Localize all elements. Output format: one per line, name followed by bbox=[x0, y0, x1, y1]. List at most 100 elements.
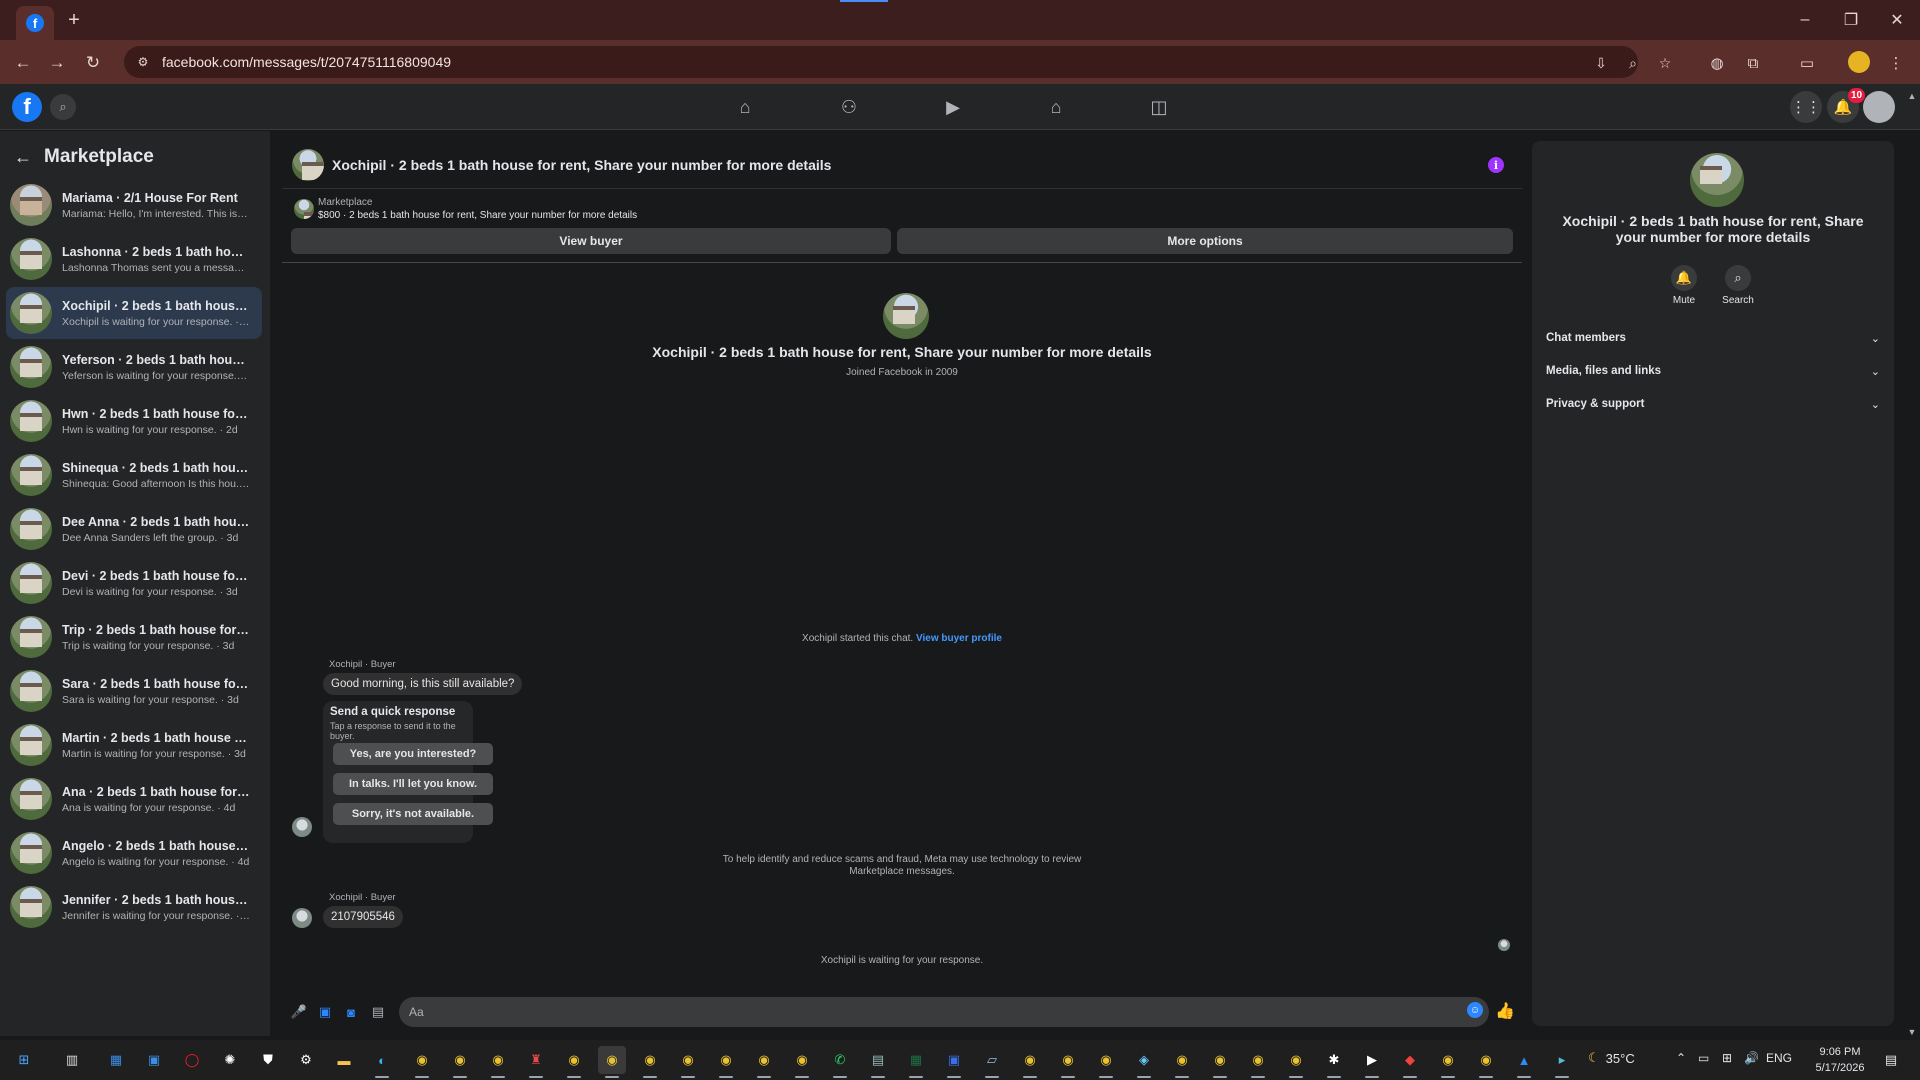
media-files-links-section[interactable]: Media, files and links ⌄ bbox=[1542, 356, 1884, 386]
chrome-icon[interactable]: ◉ bbox=[750, 1046, 778, 1078]
conversation-item[interactable]: Trip · 2 beds 1 bath house for rent, ...… bbox=[6, 611, 262, 663]
translate-icon[interactable]: ◍ bbox=[1705, 51, 1729, 75]
chrome-icon[interactable]: ◉ bbox=[1244, 1046, 1272, 1078]
close-window-button[interactable]: ✕ bbox=[1874, 0, 1920, 40]
chrome-icon[interactable]: ◉ bbox=[1054, 1046, 1082, 1078]
bell-icon[interactable]: 🔔 bbox=[1671, 265, 1697, 291]
sidebar-panel-icon[interactable]: ▭ bbox=[1795, 51, 1819, 75]
search-icon[interactable]: ⌕ bbox=[50, 94, 76, 120]
excel-icon[interactable]: ▦ bbox=[902, 1046, 930, 1078]
chrome-icon[interactable]: ◉ bbox=[788, 1046, 816, 1078]
appletv-icon[interactable]: ▶ bbox=[1358, 1046, 1386, 1078]
privacy-support-section[interactable]: Privacy & support ⌄ bbox=[1542, 389, 1884, 419]
edge-icon[interactable]: ◐ bbox=[368, 1046, 396, 1078]
friends-icon[interactable]: ⚇ bbox=[834, 94, 864, 120]
conversation-item[interactable]: Dee Anna · 2 beds 1 bath house fo... Dee … bbox=[6, 503, 262, 555]
tray-battery-icon[interactable]: ▭ bbox=[1698, 1051, 1709, 1065]
conversation-item[interactable]: Jennifer · 2 beds 1 bath house for r... J… bbox=[6, 881, 262, 933]
mute-action[interactable]: 🔔 Mute bbox=[1662, 265, 1706, 306]
browser-profile-avatar[interactable] bbox=[1848, 51, 1870, 73]
chat-members-section[interactable]: Chat members ⌄ bbox=[1542, 323, 1884, 353]
app-icon[interactable]: ▱ bbox=[978, 1046, 1006, 1078]
browser-tab-facebook[interactable]: f bbox=[16, 6, 54, 40]
back-arrow-icon[interactable]: ← bbox=[10, 50, 36, 76]
weather-widget[interactable]: ☾ 35°C bbox=[1588, 1050, 1635, 1066]
scroll-down-arrow-icon[interactable]: ▼ bbox=[1906, 1026, 1918, 1038]
gaming-icon[interactable]: ◫ bbox=[1144, 94, 1174, 120]
facebook-logo-icon[interactable]: f bbox=[12, 92, 42, 122]
chrome-icon[interactable]: ◉ bbox=[1282, 1046, 1310, 1078]
view-buyer-button[interactable]: View buyer bbox=[291, 228, 891, 254]
tray-network-icon[interactable]: ⊞ bbox=[1722, 1051, 1732, 1065]
language-indicator[interactable]: ENG bbox=[1766, 1051, 1792, 1065]
opera-icon[interactable]: ◯ bbox=[178, 1046, 206, 1074]
conversation-item[interactable]: Ana · 2 beds 1 bath house for rent,... An… bbox=[6, 773, 262, 825]
copilot-icon[interactable]: ◈ bbox=[1130, 1046, 1158, 1078]
restore-button[interactable]: ❐ bbox=[1828, 0, 1874, 40]
reload-icon[interactable]: ↻ bbox=[80, 50, 106, 76]
app-icon[interactable]: ▣ bbox=[940, 1046, 968, 1078]
app-icon[interactable]: ▣ bbox=[140, 1046, 168, 1074]
settings-icon[interactable]: ⚙ bbox=[292, 1046, 320, 1074]
chrome-icon[interactable]: ◉ bbox=[712, 1046, 740, 1078]
message-bubble[interactable]: 2107905546 bbox=[323, 906, 403, 928]
conversation-item[interactable]: Mariama · 2/1 House For Rent Mariama: Hel… bbox=[6, 179, 262, 231]
chrome-icon[interactable]: ◉ bbox=[484, 1046, 512, 1078]
conversation-item[interactable]: Hwn · 2 beds 1 bath house for rent... Hwn… bbox=[6, 395, 262, 447]
tray-chevron-icon[interactable]: ⌃ bbox=[1676, 1051, 1686, 1065]
file-explorer-icon[interactable]: ▬ bbox=[330, 1046, 358, 1074]
install-app-icon[interactable]: ⇩ bbox=[1590, 52, 1612, 74]
search-action[interactable]: ⌕ Search bbox=[1716, 265, 1760, 306]
task-view-icon[interactable]: ▥ bbox=[58, 1046, 86, 1074]
tray-volume-icon[interactable]: 🔊 bbox=[1744, 1051, 1759, 1065]
video-icon[interactable]: ▶ bbox=[938, 94, 968, 120]
gif-icon[interactable]: ▤ bbox=[369, 1003, 387, 1021]
start-icon[interactable]: ⊞ bbox=[10, 1046, 38, 1074]
whatsapp-icon[interactable]: ✆ bbox=[826, 1046, 854, 1078]
conversation-item[interactable]: Devi · 2 beds 1 bath house for rent... De… bbox=[6, 557, 262, 609]
quick-reply-yes-button[interactable]: Yes, are you interested? bbox=[333, 743, 493, 765]
new-tab-button[interactable]: + bbox=[62, 8, 86, 32]
back-arrow-icon[interactable]: ← bbox=[12, 146, 34, 168]
url-text[interactable]: facebook.com/messages/t/2074751116809049 bbox=[162, 54, 451, 70]
sticker-icon[interactable]: ◙ bbox=[342, 1003, 360, 1021]
intro-avatar[interactable] bbox=[883, 293, 929, 339]
extensions-icon[interactable]: ⧉ bbox=[1741, 51, 1765, 75]
photo-icon[interactable]: ▣ bbox=[316, 1003, 334, 1021]
browser-menu-icon[interactable]: ⋮ bbox=[1884, 51, 1908, 75]
app-icon[interactable]: ♜ bbox=[522, 1046, 550, 1078]
zoom-icon[interactable]: ⌕ bbox=[1622, 52, 1644, 74]
microphone-icon[interactable]: 🎤 bbox=[290, 1003, 308, 1021]
more-options-button[interactable]: More options bbox=[897, 228, 1513, 254]
buyer-avatar[interactable] bbox=[292, 817, 312, 837]
app-icon[interactable]: ✱ bbox=[1320, 1046, 1348, 1078]
conversation-item[interactable]: Xochipil · 2 beds 1 bath house for r... X… bbox=[6, 287, 262, 339]
terminal-icon[interactable]: ▸ bbox=[1548, 1046, 1576, 1078]
chrome-icon[interactable]: ◉ bbox=[1206, 1046, 1234, 1078]
listing-description[interactable]: $800 · 2 beds 1 bath house for rent, Sha… bbox=[318, 210, 637, 221]
app-icon[interactable]: ▤ bbox=[864, 1046, 892, 1078]
search-icon[interactable]: ⌕ bbox=[1725, 265, 1751, 291]
chat-title[interactable]: Xochipil · 2 beds 1 bath house for rent,… bbox=[332, 157, 831, 173]
shield-icon[interactable]: ⛊ bbox=[254, 1046, 282, 1074]
bookmark-star-icon[interactable]: ☆ bbox=[1654, 52, 1676, 74]
site-info-icon[interactable]: ⚙ bbox=[134, 53, 152, 71]
view-buyer-profile-link[interactable]: View buyer profile bbox=[916, 633, 1002, 644]
scroll-up-arrow-icon[interactable]: ▲ bbox=[1906, 90, 1918, 102]
minimize-button[interactable]: – bbox=[1782, 0, 1828, 40]
address-bar[interactable]: ⚙ facebook.com/messages/t/20747511168090… bbox=[124, 46, 1671, 78]
chrome-icon[interactable]: ◉ bbox=[408, 1046, 436, 1078]
chatgpt-icon[interactable]: ✺ bbox=[216, 1046, 244, 1074]
chat-avatar[interactable] bbox=[292, 148, 324, 181]
chrome-icon[interactable]: ◉ bbox=[674, 1046, 702, 1078]
message-bubble[interactable]: Good morning, is this still available? bbox=[323, 673, 523, 695]
account-avatar[interactable] bbox=[1863, 91, 1895, 123]
buyer-avatar[interactable] bbox=[292, 908, 312, 928]
chrome-icon[interactable]: ◉ bbox=[1472, 1046, 1500, 1078]
conversation-item[interactable]: Martin · 2 beds 1 bath house for re... Ma… bbox=[6, 719, 262, 771]
chrome-icon[interactable]: ◉ bbox=[1092, 1046, 1120, 1078]
store-icon[interactable]: ▦ bbox=[102, 1046, 130, 1074]
listing-thumbnail[interactable] bbox=[294, 199, 314, 219]
conversation-item[interactable]: Sara · 2 beds 1 bath house for rent,... S… bbox=[6, 665, 262, 717]
quick-reply-in-talks-button[interactable]: In talks. I'll let you know. bbox=[333, 773, 493, 795]
